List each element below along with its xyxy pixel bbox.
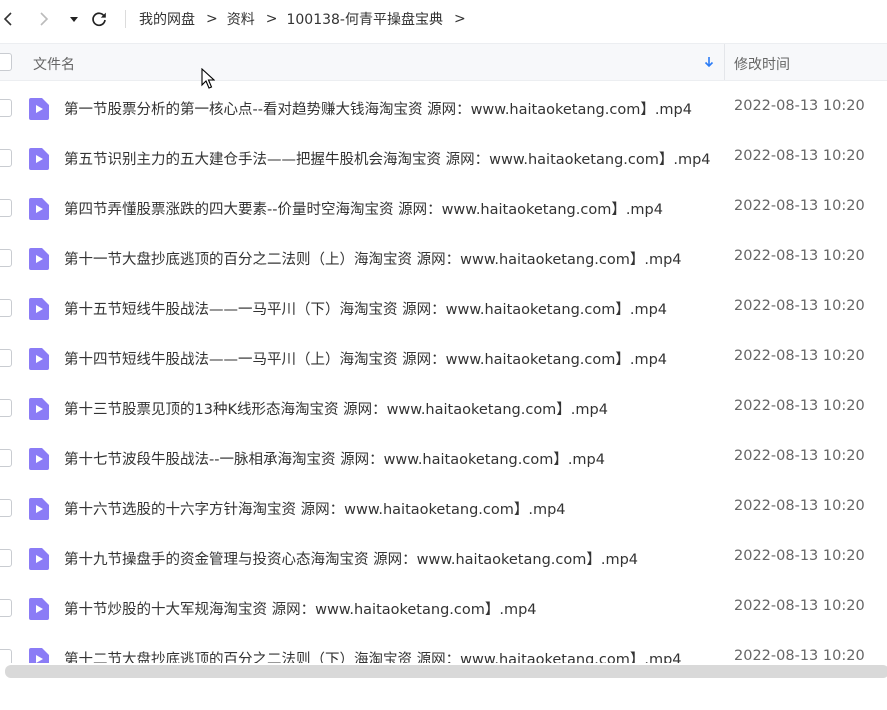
video-file-icon [29,498,49,520]
row-checkbox[interactable] [0,249,12,267]
file-name[interactable]: 第十九节操盘手的资金管理与投资心态海淘宝资 源网：www.haitaoketan… [64,548,714,569]
file-modified-time: 2022-08-13 10:20 [734,98,865,114]
column-header-name[interactable]: 文件名 [33,54,75,74]
column-header-modified[interactable]: 修改时间 [734,54,790,74]
video-file-icon [29,598,49,620]
toolbar: 我的网盘 > 资料 > 100138-何青平操盘宝典 > [0,0,887,38]
table-row[interactable]: 第五节识别主力的五大建仓手法——把握牛股机会海淘宝资 源网：www.haitao… [0,133,887,183]
video-file-icon [29,248,49,270]
file-name[interactable]: 第四节弄懂股票涨跌的四大要素--价量时空海淘宝资 源网：www.haitaoke… [64,198,714,219]
row-checkbox[interactable] [0,499,12,517]
row-checkbox[interactable] [0,99,12,117]
video-file-icon [29,548,49,570]
file-name[interactable]: 第一节股票分析的第一核心点--看对趋势赚大钱海淘宝资 源网：www.haitao… [64,98,714,119]
file-name[interactable]: 第十三节股票见顶的13种K线形态海淘宝资 源网：www.haitaoketang… [64,398,714,419]
file-modified-time: 2022-08-13 10:20 [734,298,865,314]
forward-button[interactable] [34,8,54,30]
file-name[interactable]: 第五节识别主力的五大建仓手法——把握牛股机会海淘宝资 源网：www.haitao… [64,148,714,169]
breadcrumb-separator: > [206,11,218,27]
breadcrumb-separator: > [453,11,466,27]
row-checkbox[interactable] [0,449,12,467]
video-file-icon [29,148,49,170]
file-name[interactable]: 第十六节选股的十六字方针海淘宝资 源网：www.haitaoketang.com… [64,498,714,519]
horizontal-scrollbar-thumb[interactable] [5,665,887,678]
breadcrumb-separator: > [265,11,278,27]
video-file-icon [29,98,49,120]
breadcrumb: 我的网盘 > 资料 > 100138-何青平操盘宝典 > [139,0,475,38]
file-name[interactable]: 第十一节大盘抄底逃顶的百分之二法则（上）海淘宝资 源网：www.haitaoke… [64,248,714,269]
sort-down-arrow-icon[interactable] [703,56,715,72]
file-name[interactable]: 第十节炒股的十大军规海淘宝资 源网：www.haitaoketang.com】.… [64,598,714,619]
file-name[interactable]: 第十五节短线牛股战法——一马平川（下）海淘宝资 源网：www.haitaoket… [64,298,714,319]
row-checkbox[interactable] [0,199,12,217]
forward-icon [40,12,49,26]
refresh-icon [92,12,106,27]
row-checkbox[interactable] [0,299,12,317]
row-checkbox[interactable] [0,399,12,417]
table-row[interactable]: 第十五节短线牛股战法——一马平川（下）海淘宝资 源网：www.haitaoket… [0,283,887,333]
table-header: 文件名 修改时间 [0,43,887,81]
history-dropdown-button[interactable] [64,8,84,30]
file-modified-time: 2022-08-13 10:20 [734,448,865,464]
video-file-icon [29,648,49,663]
file-modified-time: 2022-08-13 10:20 [734,248,865,264]
row-checkbox[interactable] [0,149,12,167]
video-file-icon [29,198,49,220]
breadcrumb-item[interactable]: 100138-何青平操盘宝典 [286,9,443,29]
file-list: 第一节股票分析的第一核心点--看对趋势赚大钱海淘宝资 源网：www.haitao… [0,83,887,663]
back-button[interactable] [0,8,18,30]
file-modified-time: 2022-08-13 10:20 [734,198,865,214]
table-row[interactable]: 第十节炒股的十大军规海淘宝资 源网：www.haitaoketang.com】.… [0,583,887,633]
table-row[interactable]: 第四节弄懂股票涨跌的四大要素--价量时空海淘宝资 源网：www.haitaoke… [0,183,887,233]
video-file-icon [29,348,49,370]
table-row[interactable]: 第十一节大盘抄底逃顶的百分之二法则（上）海淘宝资 源网：www.haitaoke… [0,233,887,283]
row-checkbox[interactable] [0,349,12,367]
breadcrumb-item[interactable]: 资料 [227,9,255,29]
video-file-icon [29,398,49,420]
file-modified-time: 2022-08-13 10:20 [734,348,865,364]
refresh-button[interactable] [89,8,109,30]
table-row[interactable]: 第十九节操盘手的资金管理与投资心态海淘宝资 源网：www.haitaoketan… [0,533,887,583]
row-checkbox[interactable] [0,599,12,617]
table-row[interactable]: 第十六节选股的十六字方针海淘宝资 源网：www.haitaoketang.com… [0,483,887,533]
select-all-checkbox[interactable] [0,53,12,71]
dropdown-caret-icon [70,17,78,22]
table-row[interactable]: 第十七节波段牛股战法--一脉相承海淘宝资 源网：www.haitaoketang… [0,433,887,483]
table-row[interactable]: 第十二节大盘抄底逃顶的百分之二法则（下）海淘宝资 源网：www.haitaoke… [0,633,887,663]
row-checkbox[interactable] [0,549,12,567]
column-divider[interactable] [724,44,725,80]
mouse-pointer-icon [201,68,215,89]
back-icon [3,12,12,26]
file-modified-time: 2022-08-13 10:20 [734,648,865,663]
table-row[interactable]: 第十四节短线牛股战法——一马平川（上）海淘宝资 源网：www.haitaoket… [0,333,887,383]
table-row[interactable]: 第十三节股票见顶的13种K线形态海淘宝资 源网：www.haitaoketang… [0,383,887,433]
file-name[interactable]: 第十四节短线牛股战法——一马平川（上）海淘宝资 源网：www.haitaoket… [64,348,714,369]
video-file-icon [29,448,49,470]
file-name[interactable]: 第十七节波段牛股战法--一脉相承海淘宝资 源网：www.haitaoketang… [64,448,714,469]
toolbar-divider [125,10,126,28]
file-modified-time: 2022-08-13 10:20 [734,148,865,164]
file-modified-time: 2022-08-13 10:20 [734,548,865,564]
file-name[interactable]: 第十二节大盘抄底逃顶的百分之二法则（下）海淘宝资 源网：www.haitaoke… [64,648,714,663]
video-file-icon [29,298,49,320]
breadcrumb-item[interactable]: 我的网盘 [139,9,195,29]
file-modified-time: 2022-08-13 10:20 [734,398,865,414]
row-checkbox[interactable] [0,649,12,663]
table-row[interactable]: 第一节股票分析的第一核心点--看对趋势赚大钱海淘宝资 源网：www.haitao… [0,83,887,133]
file-modified-time: 2022-08-13 10:20 [734,598,865,614]
file-modified-time: 2022-08-13 10:20 [734,498,865,514]
